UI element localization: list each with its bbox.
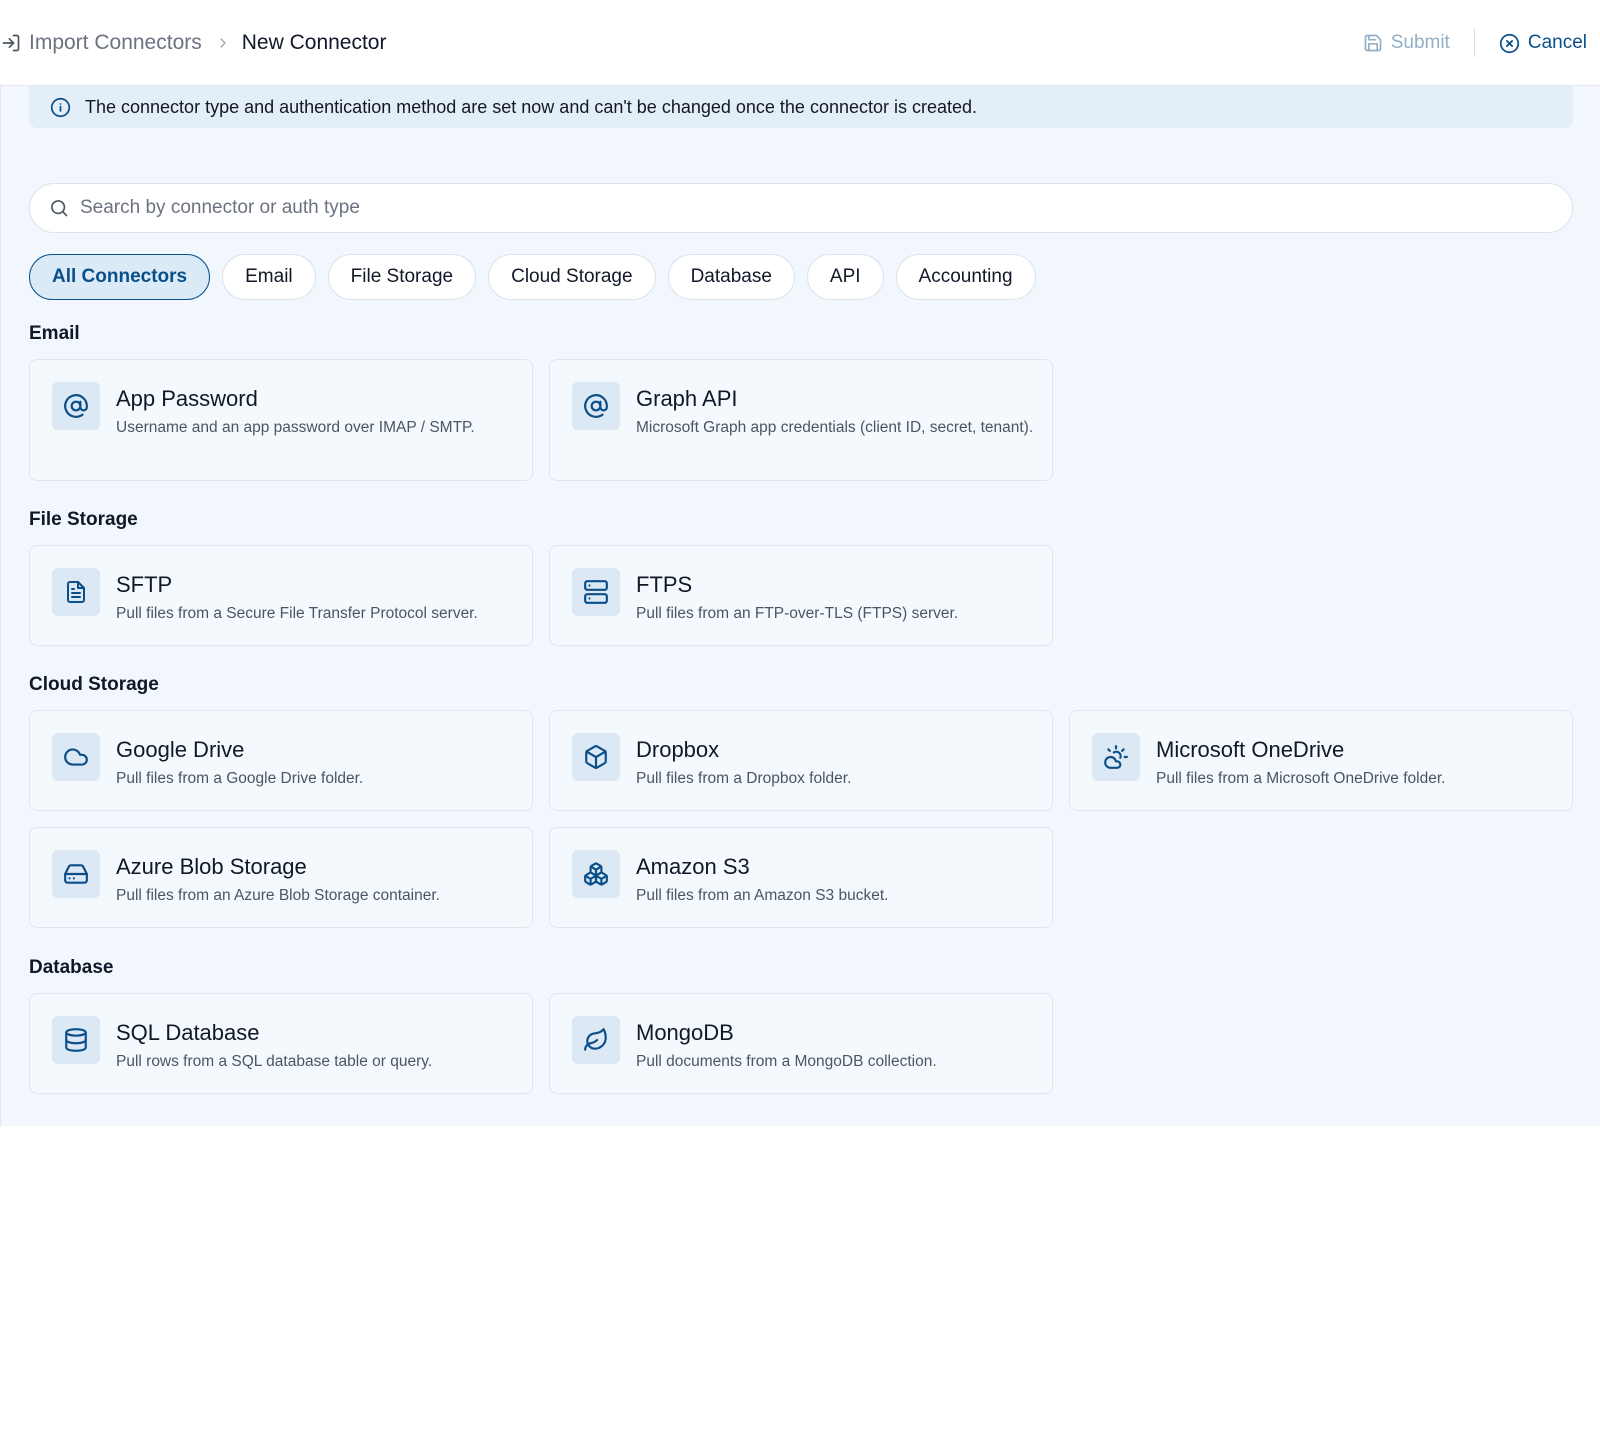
save-icon [1362, 32, 1384, 54]
card-title: MongoDB [636, 1020, 734, 1045]
card-description: Pull files from an FTP-over-TLS (FTPS) s… [636, 605, 959, 622]
card-description: Pull files from an Amazon S3 bucket. [636, 887, 889, 904]
card-title: FTPS [636, 572, 693, 597]
filter-chip-cloud-storage[interactable]: Cloud Storage [488, 254, 656, 300]
filter-chip-all-connectors[interactable]: All Connectors [29, 254, 211, 300]
info-notice: The connector type and authentication me… [29, 86, 1573, 128]
cloud-sun-icon [1092, 733, 1140, 781]
breadcrumb-parent-link[interactable]: Import Connectors [29, 31, 202, 55]
card-title: App Password [116, 386, 258, 411]
connector-card-microsoft-onedrive[interactable]: Microsoft OneDrive Pull files from a Mic… [1069, 710, 1573, 811]
card-title: Azure Blob Storage [116, 854, 307, 879]
connector-card-amazon-s3[interactable]: Amazon S3 Pull files from an Amazon S3 b… [549, 827, 1053, 928]
card-description: Microsoft Graph app credentials (client … [636, 419, 1034, 436]
filter-chip-accounting[interactable]: Accounting [895, 254, 1036, 300]
hard-drive-icon [52, 850, 100, 898]
connector-card-azure-blob-storage[interactable]: Azure Blob Storage Pull files from an Az… [29, 827, 533, 928]
chevron-right-icon [214, 34, 232, 52]
notice-text: The connector type and authentication me… [85, 96, 978, 117]
connector-card-dropbox[interactable]: Dropbox Pull files from a Dropbox folder… [549, 710, 1053, 811]
submit-button[interactable]: Submit [1362, 27, 1450, 59]
search-input[interactable] [80, 197, 1480, 219]
section-title-email: Email [29, 323, 80, 344]
x-circle-icon [1499, 32, 1521, 54]
search-icon [48, 197, 70, 219]
card-title: Amazon S3 [636, 854, 750, 879]
main-content: The connector type and authentication me… [0, 86, 1600, 1126]
connector-card-google-drive[interactable]: Google Drive Pull files from a Google Dr… [29, 710, 533, 811]
filter-chip-database[interactable]: Database [667, 254, 795, 300]
divider [1473, 29, 1475, 57]
card-title: Graph API [636, 386, 738, 411]
section-title-file-storage: File Storage [29, 509, 138, 530]
filter-chip-api[interactable]: API [806, 254, 884, 300]
search-box [29, 183, 1573, 233]
cancel-button[interactable]: Cancel [1499, 27, 1587, 59]
card-title: SQL Database [116, 1020, 260, 1045]
card-description: Username and an app password over IMAP /… [116, 419, 475, 436]
breadcrumb: Import Connectors New Connector [0, 29, 386, 57]
cancel-label: Cancel [1527, 32, 1587, 53]
filter-chips: All Connectors Email File Storage Cloud … [29, 254, 1036, 300]
connector-card-app-password[interactable]: App Password Username and an app passwor… [29, 359, 533, 481]
info-icon [49, 96, 71, 118]
server-icon [572, 568, 620, 616]
connector-card-sftp[interactable]: SFTP Pull files from a Secure File Trans… [29, 545, 533, 646]
database-icon [52, 1016, 100, 1064]
at-sign-icon [572, 382, 620, 430]
file-text-icon [52, 568, 100, 616]
at-sign-icon [52, 382, 100, 430]
section-title-database: Database [29, 957, 114, 978]
card-title: Google Drive [116, 737, 245, 762]
card-description: Pull files from a Dropbox folder. [636, 770, 852, 787]
header-actions: Submit Cancel [1362, 27, 1587, 59]
breadcrumb-current: New Connector [241, 31, 387, 54]
connector-card-graph-api[interactable]: Graph API Microsoft Graph app credential… [549, 359, 1053, 481]
top-bar: Import Connectors New Connector Submit C… [0, 0, 1600, 86]
cloud-icon [52, 733, 100, 781]
filter-chip-file-storage[interactable]: File Storage [327, 254, 477, 300]
card-description: Pull files from an Azure Blob Storage co… [116, 887, 440, 904]
card-description: Pull files from a Microsoft OneDrive fol… [1156, 770, 1446, 787]
import-icon [0, 32, 22, 54]
section-title-cloud-storage: Cloud Storage [29, 674, 159, 695]
card-description: Pull files from a Google Drive folder. [116, 770, 364, 787]
connector-card-mongodb[interactable]: MongoDB Pull documents from a MongoDB co… [549, 993, 1053, 1094]
card-title: Microsoft OneDrive [1156, 737, 1345, 762]
card-description: Pull documents from a MongoDB collection… [636, 1053, 937, 1070]
card-description: Pull files from a Secure File Transfer P… [116, 605, 478, 622]
card-title: Dropbox [636, 737, 720, 762]
filter-chip-email[interactable]: Email [222, 254, 316, 300]
card-description: Pull rows from a SQL database table or q… [116, 1053, 433, 1070]
leaf-icon [572, 1016, 620, 1064]
boxes-icon [572, 850, 620, 898]
connector-card-ftps[interactable]: FTPS Pull files from an FTP-over-TLS (FT… [549, 545, 1053, 646]
box-icon [572, 733, 620, 781]
submit-label: Submit [1390, 32, 1450, 53]
connector-card-sql-database[interactable]: SQL Database Pull rows from a SQL databa… [29, 993, 533, 1094]
card-title: SFTP [116, 572, 173, 597]
